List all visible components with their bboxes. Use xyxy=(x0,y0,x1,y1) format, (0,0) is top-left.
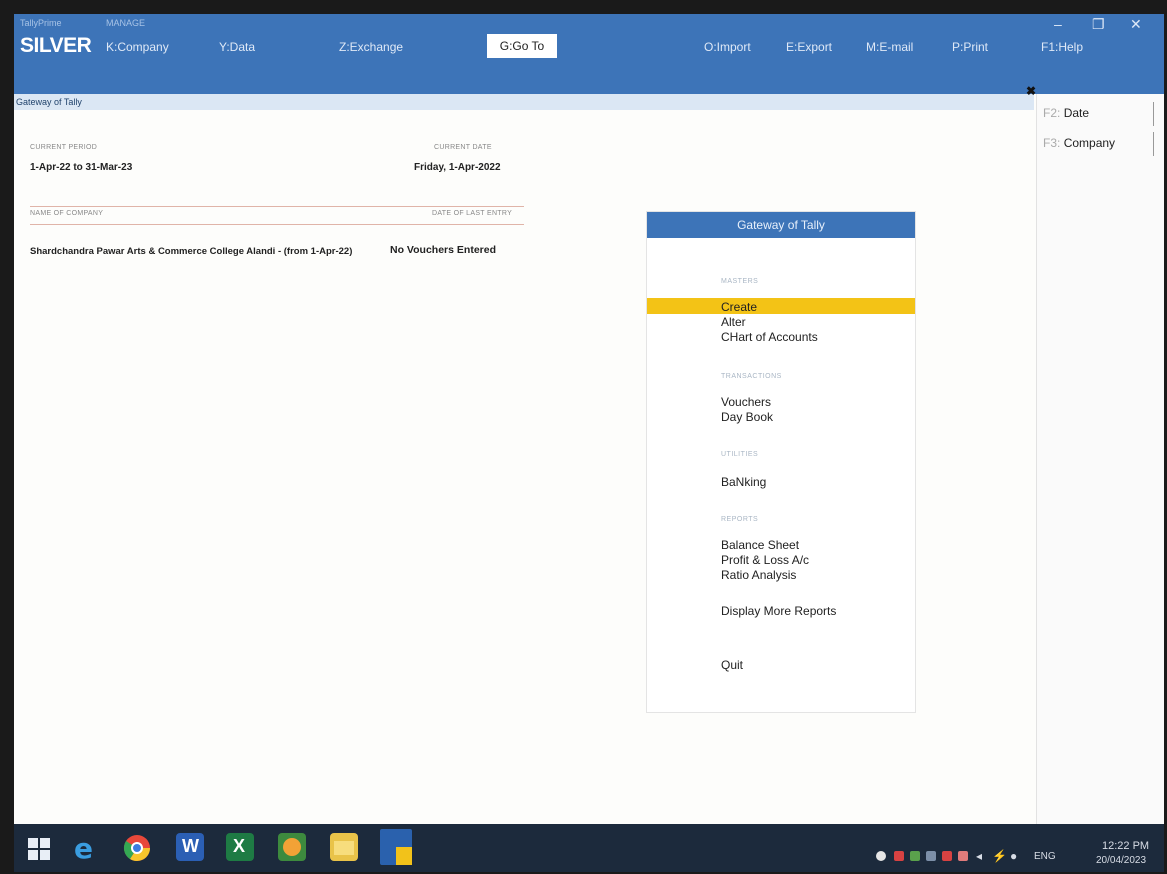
section-utilities: UTILITIES xyxy=(721,451,759,458)
network-app-icon[interactable] xyxy=(910,851,920,861)
separator xyxy=(1153,132,1154,156)
menu-quit[interactable]: Quit xyxy=(721,658,743,672)
current-date-value: Friday, 1-Apr-2022 xyxy=(414,162,501,173)
windows-start-icon[interactable] xyxy=(28,838,50,860)
menu-balance-sheet[interactable]: Balance Sheet xyxy=(721,538,799,552)
chrome-icon[interactable] xyxy=(122,833,152,863)
divider xyxy=(30,224,524,225)
close-window-icon[interactable]: ✕ xyxy=(1130,16,1142,33)
word-icon[interactable]: W xyxy=(176,833,204,861)
menu-vouchers[interactable]: Vouchers xyxy=(721,395,771,409)
menu-export[interactable]: E:Export xyxy=(786,40,832,54)
divider xyxy=(30,206,524,207)
menu-exchange[interactable]: Z:Exchange xyxy=(339,40,403,54)
power-icon[interactable]: ⚡ xyxy=(992,849,1007,863)
internet-explorer-icon[interactable]: e xyxy=(70,833,100,863)
volume-icon[interactable]: ◂ xyxy=(976,849,982,863)
language-indicator[interactable]: ENG xyxy=(1034,851,1056,862)
menu-alter[interactable]: Alter xyxy=(721,315,746,329)
goto-button[interactable]: G:Go To xyxy=(487,34,557,58)
taskbar: e W X ◂ ⚡ ● ENG 12:22 PM 20/04/2023 xyxy=(14,824,1164,872)
menu-import[interactable]: O:Import xyxy=(704,40,751,54)
clock-time[interactable]: 12:22 PM xyxy=(1102,840,1149,852)
minimize-icon[interactable]: – xyxy=(1054,16,1062,32)
gateway-panel: Gateway of Tally MASTERS Create Alter CH… xyxy=(646,211,916,713)
screen-title: Gateway of Tally xyxy=(14,94,1034,110)
notification-icon[interactable] xyxy=(876,851,886,861)
gateway-title: Gateway of Tally xyxy=(647,212,915,238)
tally-taskbar-icon[interactable] xyxy=(380,829,412,865)
company-name-label: NAME OF COMPANY xyxy=(30,210,104,217)
menu-chart-of-accounts[interactable]: CHart of Accounts xyxy=(721,330,818,344)
menu-day-book[interactable]: Day Book xyxy=(721,410,773,424)
product-name: TallyPrime xyxy=(20,18,62,28)
antivirus-icon[interactable] xyxy=(942,851,952,861)
title-bar: TallyPrime MANAGE SILVER K:Company Y:Dat… xyxy=(14,14,1164,94)
menu-create[interactable]: Create xyxy=(721,300,757,314)
restore-icon[interactable]: ❐ xyxy=(1092,16,1105,33)
current-period-label: CURRENT PERIOD xyxy=(30,144,98,151)
section-masters: MASTERS xyxy=(721,278,759,285)
excel-icon[interactable]: X xyxy=(226,833,254,861)
close-screen-icon[interactable]: ✖ xyxy=(1026,84,1036,98)
tray-app-icon[interactable] xyxy=(926,851,936,861)
wifi-icon[interactable]: ● xyxy=(1010,849,1017,863)
current-period-value: 1-Apr-22 to 31-Mar-23 xyxy=(30,162,133,173)
screen: TallyPrime MANAGE SILVER K:Company Y:Dat… xyxy=(14,14,1164,872)
menu-ratio-analysis[interactable]: Ratio Analysis xyxy=(721,568,796,582)
menu-print[interactable]: P:Print xyxy=(952,40,988,54)
menu-banking[interactable]: BaNking xyxy=(721,475,766,489)
menu-profit-loss[interactable]: Profit & Loss A/c xyxy=(721,553,809,567)
menu-display-more-reports[interactable]: Display More Reports xyxy=(721,604,836,618)
svg-text:e: e xyxy=(74,833,93,863)
last-entry-value: No Vouchers Entered xyxy=(390,244,496,256)
current-date-label: CURRENT DATE xyxy=(434,144,492,151)
company-name[interactable]: Shardchandra Pawar Arts & Commerce Colle… xyxy=(30,246,352,257)
tray-app-icon[interactable] xyxy=(958,851,968,861)
manage-label: MANAGE xyxy=(106,18,146,28)
selection-highlight xyxy=(647,298,915,314)
menu-help[interactable]: F1:Help xyxy=(1041,40,1083,54)
menu-data[interactable]: Y:Data xyxy=(219,40,255,54)
file-explorer-icon[interactable] xyxy=(330,833,358,861)
last-entry-label: DATE OF LAST ENTRY xyxy=(432,210,513,217)
clock-date[interactable]: 20/04/2023 xyxy=(1096,855,1146,866)
right-button-panel: F2: Date F3: Company xyxy=(1036,94,1164,824)
company-button[interactable]: F3: Company xyxy=(1043,136,1115,150)
menu-company[interactable]: K:Company xyxy=(106,40,169,54)
section-transactions: TRANSACTIONS xyxy=(721,373,782,380)
search-tray-icon[interactable] xyxy=(894,851,904,861)
date-button[interactable]: F2: Date xyxy=(1043,106,1089,120)
app-icon[interactable] xyxy=(278,833,306,861)
menu-email[interactable]: M:E-mail xyxy=(866,40,913,54)
edition-label: SILVER xyxy=(20,34,92,57)
separator xyxy=(1153,102,1154,126)
section-reports: REPORTS xyxy=(721,516,759,523)
